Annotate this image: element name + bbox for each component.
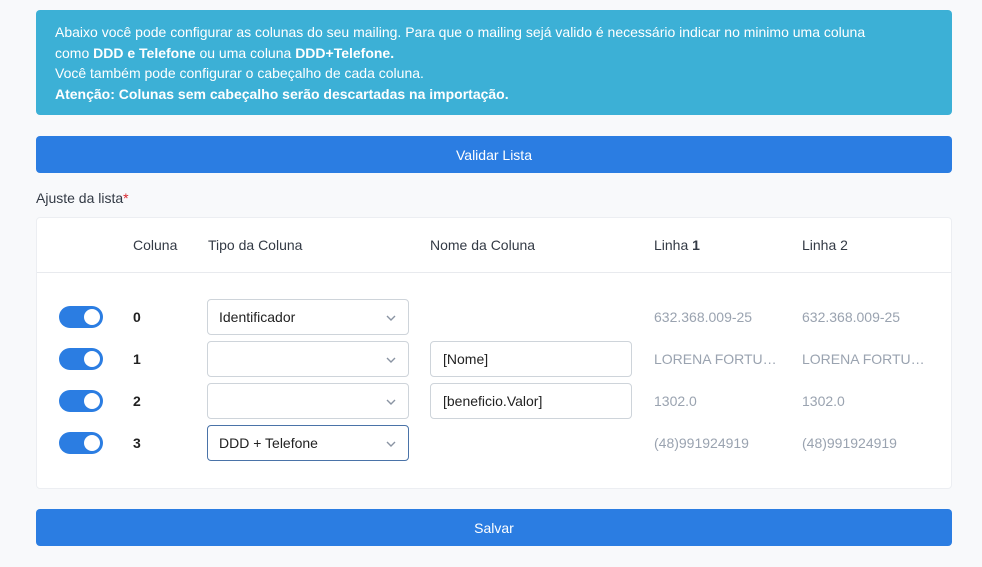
select-value: DDD + Telefone bbox=[219, 435, 318, 451]
column-type-select[interactable]: Identificador bbox=[207, 299, 409, 335]
toggle-knob bbox=[84, 435, 100, 451]
chevron-down-icon bbox=[386, 441, 396, 447]
column-name-input[interactable]: [beneficio.Valor] bbox=[430, 383, 632, 419]
section-label: Ajuste da lista* bbox=[36, 190, 129, 206]
header-linha-1-text: Linha bbox=[654, 237, 693, 253]
toggle-knob bbox=[84, 351, 100, 367]
table-row: 0 Identificador 632.368.009-25 632.368.0… bbox=[37, 299, 951, 335]
validate-list-button[interactable]: Validar Lista bbox=[36, 136, 952, 173]
alert-line-3: Você também pode configurar o cabeçalho … bbox=[55, 65, 424, 81]
header-nome: Nome da Coluna bbox=[430, 237, 536, 253]
line-1-value: 1302.0 bbox=[654, 393, 697, 409]
column-toggle[interactable] bbox=[59, 348, 103, 370]
column-type-select[interactable] bbox=[207, 341, 409, 377]
column-index: 3 bbox=[133, 435, 141, 451]
info-alert: Abaixo você pode configurar as colunas d… bbox=[36, 10, 952, 115]
line-2-value: LORENA FORTUNATO bbox=[802, 351, 927, 367]
header-linha-2: Linha 2 bbox=[802, 237, 848, 253]
header-linha-1: Linha 1 bbox=[654, 237, 700, 253]
header-linha-1-num: 1 bbox=[692, 237, 700, 253]
alert-text: ou uma coluna bbox=[195, 44, 296, 61]
line-1-value: LORENA FORTUNATO bbox=[654, 351, 779, 367]
chevron-down-icon bbox=[386, 357, 396, 363]
column-index: 0 bbox=[133, 309, 141, 325]
header-tipo: Tipo da Coluna bbox=[208, 237, 303, 253]
select-value: Identificador bbox=[219, 309, 296, 325]
table-row: 2 [beneficio.Valor] 1302.0 1302.0 bbox=[37, 383, 951, 419]
column-type-select[interactable]: DDD + Telefone bbox=[207, 425, 409, 461]
toggle-knob bbox=[84, 393, 100, 409]
line-1-value: (48)991924919 bbox=[654, 435, 749, 451]
table-row: 1 [Nome] LORENA FORTUNATO LORENA FORTUNA… bbox=[37, 341, 951, 377]
alert-line-2: como DDD e Telefone ou uma coluna DDD+Te… bbox=[55, 43, 933, 64]
column-type-select[interactable] bbox=[207, 383, 409, 419]
header-coluna: Coluna bbox=[133, 237, 178, 253]
alert-bold: DDD e Telefone bbox=[93, 44, 196, 61]
columns-table: Coluna Tipo da Coluna Nome da Coluna Lin… bbox=[36, 217, 952, 489]
alert-bold: DDD+Telefone. bbox=[295, 44, 395, 61]
line-2-value: 632.368.009-25 bbox=[802, 309, 901, 325]
alert-warning: Atenção: Colunas sem cabeçalho serão des… bbox=[55, 85, 509, 102]
line-2-value: (48)991924919 bbox=[802, 435, 897, 451]
column-name-input[interactable]: [Nome] bbox=[430, 341, 632, 377]
column-index: 1 bbox=[133, 351, 141, 367]
alert-line-4: Atenção: Colunas sem cabeçalho serão des… bbox=[55, 84, 933, 105]
section-label-text: Ajuste da lista bbox=[36, 190, 124, 206]
chevron-down-icon bbox=[386, 399, 396, 405]
column-toggle[interactable] bbox=[59, 306, 103, 328]
save-button[interactable]: Salvar bbox=[36, 509, 952, 546]
line-1-value: 632.368.009-25 bbox=[654, 309, 753, 325]
column-toggle[interactable] bbox=[59, 390, 103, 412]
toggle-knob bbox=[84, 309, 100, 325]
column-index: 2 bbox=[133, 393, 141, 409]
table-header: Coluna Tipo da Coluna Nome da Coluna Lin… bbox=[37, 218, 951, 273]
required-mark: * bbox=[123, 190, 129, 206]
table-row: 3 DDD + Telefone (48)991924919 (48)99192… bbox=[37, 425, 951, 461]
chevron-down-icon bbox=[386, 315, 396, 321]
alert-text: Abaixo você pode configurar as colunas d… bbox=[55, 24, 866, 40]
column-toggle[interactable] bbox=[59, 432, 103, 454]
alert-text: como bbox=[55, 44, 94, 61]
alert-line-1: Abaixo você pode configurar as colunas d… bbox=[55, 22, 933, 43]
line-2-value: 1302.0 bbox=[802, 393, 845, 409]
